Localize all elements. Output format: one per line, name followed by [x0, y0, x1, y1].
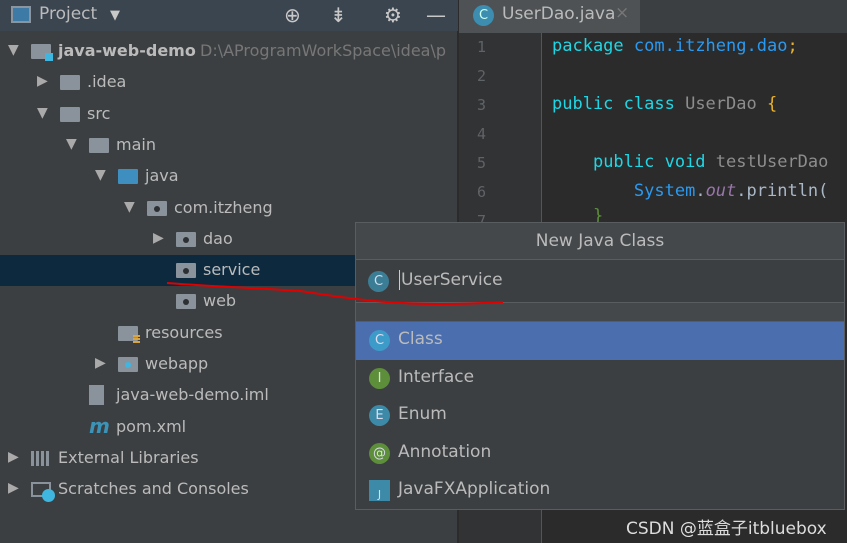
red-annotation-underline	[166, 282, 504, 306]
watermark: CSDN @蓝盒子itbluebox	[626, 519, 827, 539]
